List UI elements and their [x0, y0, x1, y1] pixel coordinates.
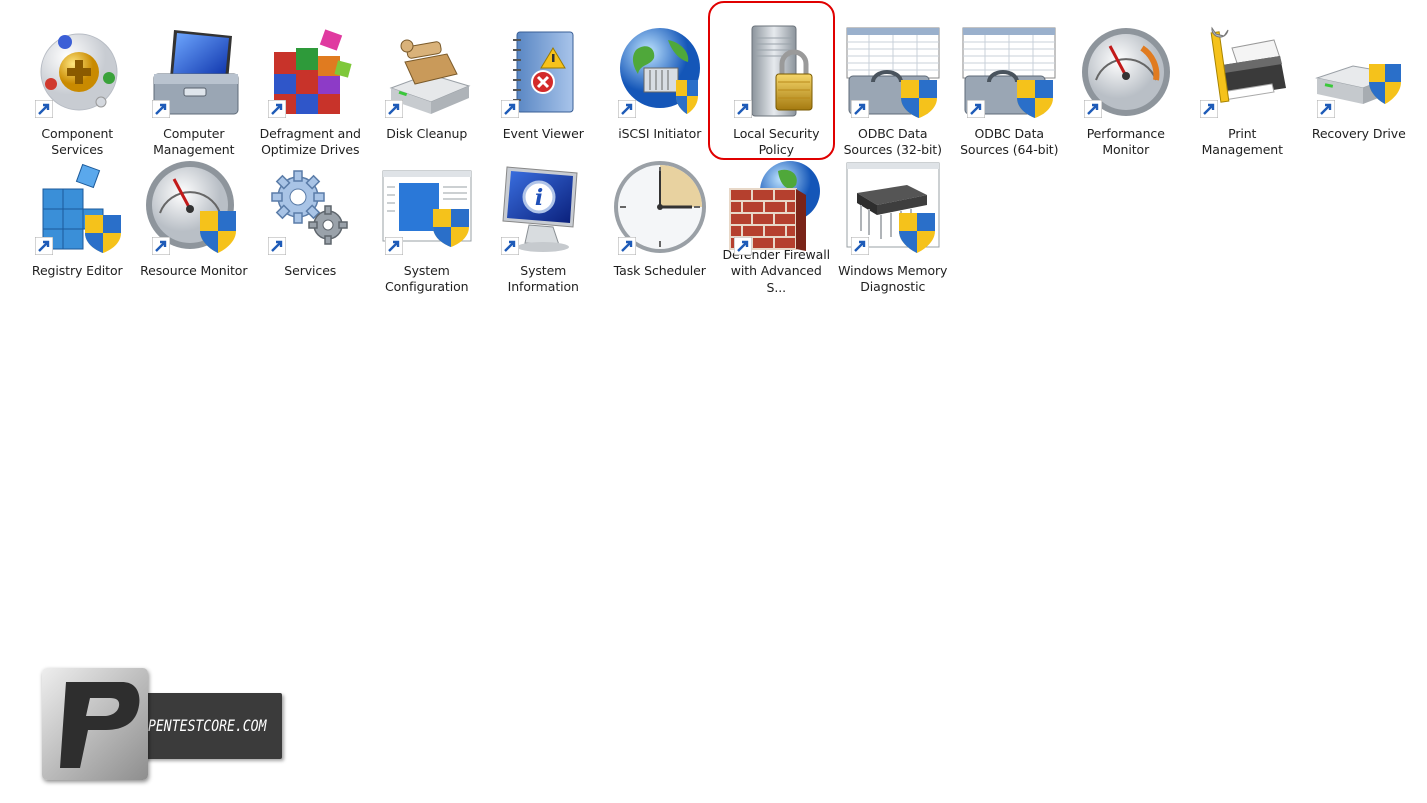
- printer-icon: [1192, 22, 1292, 122]
- tools-row-1: Component Services Computer Management D…: [19, 22, 1419, 159]
- tool-label: Registry Editor: [31, 263, 123, 278]
- svg-text:i: i: [535, 185, 543, 211]
- tool-label: Disk Cleanup: [386, 126, 468, 141]
- odbc-toolbox-icon: [843, 22, 943, 122]
- shortcut-arrow-icon: [384, 100, 403, 118]
- shortcut-arrow-icon: [850, 100, 869, 118]
- clock-icon: [610, 159, 710, 259]
- shortcut-arrow-icon: [734, 237, 753, 255]
- tool-label: Task Scheduler: [613, 263, 706, 278]
- tools-row-2: Registry Editor Resource Monitor Service…: [19, 159, 1419, 296]
- shortcut-arrow-icon: [1083, 100, 1102, 118]
- gauge-icon: [1076, 22, 1176, 122]
- computer-management-icon: [144, 22, 244, 122]
- shortcut-arrow-icon: [617, 100, 636, 118]
- tool-system-configuration[interactable]: System Configuration: [369, 159, 486, 296]
- watermark-letter-box: [42, 668, 148, 780]
- tool-windows-memory-diagnostic[interactable]: Windows Memory Diagnostic: [835, 159, 952, 296]
- tool-label: Performance Monitor: [1086, 126, 1165, 158]
- tool-resource-monitor[interactable]: Resource Monitor: [136, 159, 253, 296]
- tool-event-viewer[interactable]: Event Viewer: [485, 22, 602, 159]
- shortcut-arrow-icon: [734, 100, 753, 118]
- tool-label: Event Viewer: [502, 126, 584, 141]
- tool-computer-management[interactable]: Computer Management: [136, 22, 253, 159]
- iscsi-globe-icon: [610, 22, 710, 122]
- system-config-window-icon: [377, 159, 477, 259]
- tool-label: System Information: [507, 263, 579, 295]
- tool-iscsi-initiator[interactable]: iSCSI Initiator: [602, 22, 719, 159]
- shortcut-arrow-icon: [151, 237, 170, 255]
- tool-label: Component Services: [41, 126, 114, 158]
- shortcut-arrow-icon: [1316, 100, 1335, 118]
- tool-services[interactable]: Services: [252, 159, 369, 296]
- registry-cubes-icon: [27, 159, 127, 259]
- gears-icon: [260, 159, 360, 259]
- tool-label: iSCSI Initiator: [618, 126, 702, 141]
- memory-chip-icon: [843, 159, 943, 259]
- tool-label: Recovery Drive: [1311, 126, 1406, 141]
- watermark-logo: PENTESTCORE.COM: [42, 668, 286, 782]
- shortcut-arrow-icon: [967, 100, 986, 118]
- firewall-brick-globe-icon: [726, 159, 826, 255]
- component-services-icon: [27, 22, 127, 122]
- tool-label: Services: [284, 263, 337, 278]
- shortcut-arrow-icon: [1200, 100, 1219, 118]
- watermark-p-icon: [60, 682, 140, 768]
- defragment-icon: [260, 22, 360, 122]
- recovery-drive-icon: [1309, 22, 1409, 122]
- tool-label: Defragment and Optimize Drives: [259, 126, 361, 158]
- tool-label: Resource Monitor: [140, 263, 248, 278]
- shortcut-arrow-icon: [268, 237, 287, 255]
- tool-odbc-64[interactable]: ODBC Data Sources (64-bit): [951, 22, 1068, 159]
- system-info-monitor-icon: i: [493, 159, 593, 259]
- tool-label: ODBC Data Sources (32-bit): [843, 126, 942, 158]
- watermark-text: PENTESTCORE.COM: [148, 716, 267, 735]
- tool-disk-cleanup[interactable]: Disk Cleanup: [369, 22, 486, 159]
- event-viewer-icon: [493, 22, 593, 122]
- tool-label: Windows Memory Diagnostic: [838, 263, 948, 295]
- tool-label: System Configuration: [385, 263, 469, 295]
- tool-label: Print Management: [1201, 126, 1283, 158]
- tool-component-services[interactable]: Component Services: [19, 22, 136, 159]
- shortcut-arrow-icon: [850, 237, 869, 255]
- tool-defragment[interactable]: Defragment and Optimize Drives: [252, 22, 369, 159]
- shortcut-arrow-icon: [501, 100, 520, 118]
- odbc-toolbox-icon: [959, 22, 1059, 122]
- shortcut-arrow-icon: [268, 100, 287, 118]
- tool-label: Computer Management: [153, 126, 235, 158]
- tool-performance-monitor[interactable]: Performance Monitor: [1068, 22, 1185, 159]
- tool-registry-editor[interactable]: Registry Editor: [19, 159, 136, 296]
- tool-print-management[interactable]: Print Management: [1184, 22, 1301, 159]
- admin-tools-grid: Component Services Computer Management D…: [19, 22, 1419, 296]
- shortcut-arrow-icon: [384, 237, 403, 255]
- shortcut-arrow-icon: [35, 100, 54, 118]
- shortcut-arrow-icon: [35, 237, 54, 255]
- shortcut-arrow-icon: [617, 237, 636, 255]
- tool-label: Local Security Policy: [733, 126, 820, 158]
- gauge-shield-icon: [144, 159, 244, 259]
- security-policy-lock-icon: [726, 22, 826, 122]
- tool-system-information[interactable]: i System Information: [485, 159, 602, 296]
- shortcut-arrow-icon: [151, 100, 170, 118]
- tool-recovery-drive[interactable]: Recovery Drive: [1301, 22, 1418, 159]
- tool-odbc-32[interactable]: ODBC Data Sources (32-bit): [835, 22, 952, 159]
- tool-local-security-policy[interactable]: Local Security Policy: [718, 22, 835, 159]
- tool-windows-defender-firewall[interactable]: Windows Defender Firewall with Advanced …: [718, 159, 835, 296]
- disk-cleanup-icon: [377, 22, 477, 122]
- shortcut-arrow-icon: [501, 237, 520, 255]
- tool-task-scheduler[interactable]: Task Scheduler: [602, 159, 719, 296]
- tool-label: ODBC Data Sources (64-bit): [960, 126, 1059, 158]
